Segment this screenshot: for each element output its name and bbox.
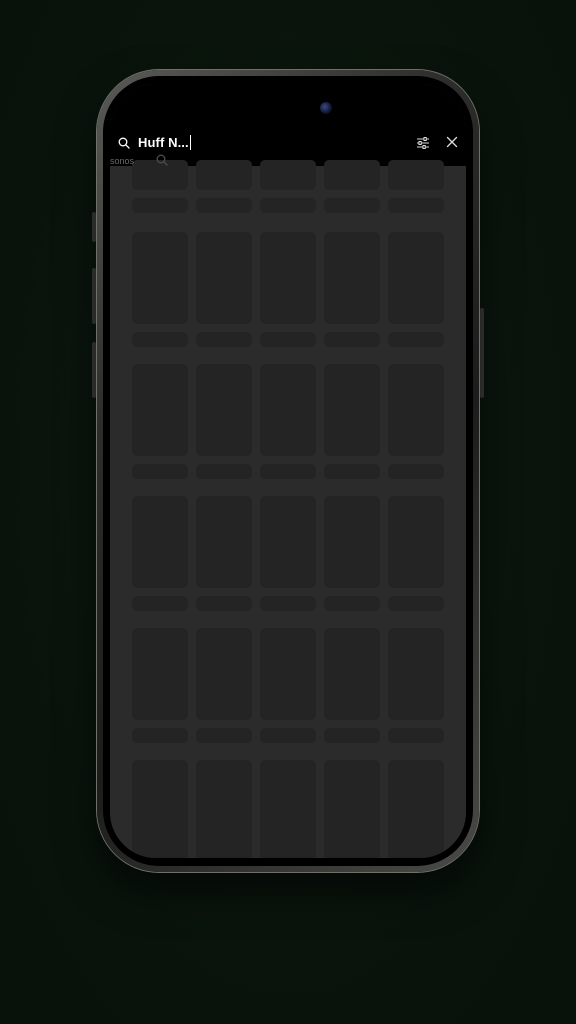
phone-screen: Huff N... sonos bbox=[110, 84, 466, 858]
camera-lens bbox=[320, 102, 332, 114]
placeholder-tile bbox=[324, 496, 380, 588]
placeholder-tile bbox=[324, 364, 380, 456]
placeholder-tile bbox=[196, 628, 252, 720]
placeholder-caption bbox=[260, 198, 316, 213]
placeholder-tile bbox=[196, 496, 252, 588]
placeholder-tile bbox=[196, 364, 252, 456]
placeholder-tile bbox=[388, 760, 444, 858]
volume-up-button bbox=[92, 268, 96, 324]
action-button bbox=[92, 212, 96, 242]
placeholder-tile bbox=[324, 232, 380, 324]
placeholder-tile bbox=[324, 160, 380, 190]
placeholder-tile bbox=[196, 232, 252, 324]
placeholder-tile bbox=[324, 628, 380, 720]
placeholder-caption bbox=[260, 332, 316, 347]
ghost-search-icon bbox=[156, 154, 168, 166]
placeholder-caption bbox=[196, 332, 252, 347]
placeholder-caption bbox=[388, 332, 444, 347]
text-caret bbox=[189, 135, 192, 150]
placeholder-caption bbox=[132, 728, 188, 743]
placeholder-caption bbox=[324, 198, 380, 213]
sliders-icon[interactable] bbox=[416, 136, 430, 150]
placeholder-caption bbox=[388, 198, 444, 213]
placeholder-tile bbox=[132, 760, 188, 858]
placeholder-caption bbox=[196, 728, 252, 743]
placeholder-tile bbox=[260, 628, 316, 720]
placeholder-caption bbox=[196, 464, 252, 479]
placeholder-caption bbox=[260, 728, 316, 743]
search-icon bbox=[118, 137, 130, 149]
placeholder-caption bbox=[324, 464, 380, 479]
volume-down-button bbox=[92, 342, 96, 398]
placeholder-caption bbox=[132, 198, 188, 213]
placeholder-tile bbox=[132, 364, 188, 456]
placeholder-tile bbox=[196, 760, 252, 858]
placeholder-caption bbox=[324, 596, 380, 611]
search-input[interactable]: Huff N... bbox=[138, 135, 192, 150]
placeholder-tile bbox=[388, 628, 444, 720]
placeholder-tile bbox=[260, 496, 316, 588]
placeholder-caption bbox=[324, 332, 380, 347]
dynamic-island bbox=[245, 96, 331, 122]
close-icon[interactable] bbox=[446, 136, 458, 148]
loading-grid bbox=[110, 160, 466, 858]
power-button bbox=[480, 308, 484, 398]
stage: Huff N... sonos bbox=[0, 0, 576, 1024]
placeholder-caption bbox=[132, 332, 188, 347]
placeholder-tile bbox=[260, 364, 316, 456]
placeholder-caption bbox=[196, 596, 252, 611]
ghost-suggestion: sonos bbox=[110, 156, 135, 166]
placeholder-tile bbox=[388, 364, 444, 456]
placeholder-caption bbox=[196, 198, 252, 213]
placeholder-caption bbox=[260, 464, 316, 479]
placeholder-tile bbox=[388, 232, 444, 324]
placeholder-tile bbox=[132, 232, 188, 324]
placeholder-tile bbox=[260, 160, 316, 190]
placeholder-caption bbox=[388, 596, 444, 611]
placeholder-tile bbox=[260, 760, 316, 858]
placeholder-tile bbox=[388, 160, 444, 190]
placeholder-caption bbox=[324, 728, 380, 743]
placeholder-caption bbox=[388, 728, 444, 743]
placeholder-tile bbox=[388, 496, 444, 588]
placeholder-tile bbox=[132, 496, 188, 588]
placeholder-tile bbox=[324, 760, 380, 858]
placeholder-caption bbox=[260, 596, 316, 611]
placeholder-caption bbox=[388, 464, 444, 479]
placeholder-tile bbox=[260, 232, 316, 324]
placeholder-tile bbox=[196, 160, 252, 190]
search-query-text: Huff N... bbox=[138, 135, 189, 150]
placeholder-caption bbox=[132, 596, 188, 611]
placeholder-tile bbox=[132, 628, 188, 720]
placeholder-caption bbox=[132, 464, 188, 479]
